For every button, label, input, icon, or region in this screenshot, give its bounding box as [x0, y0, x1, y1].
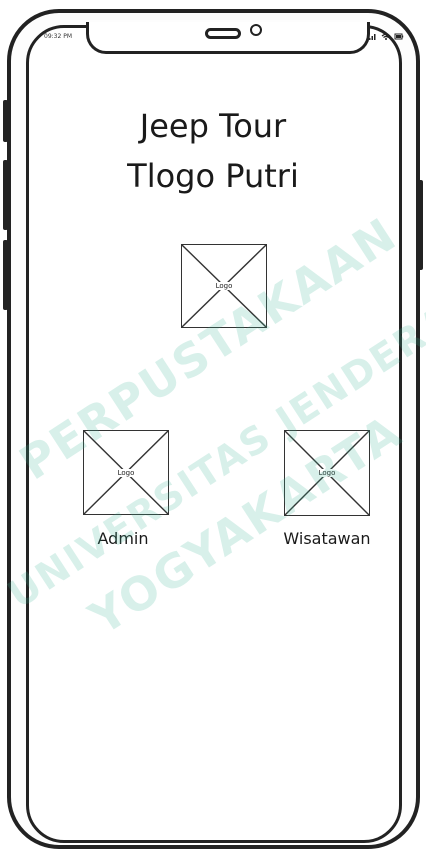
wireframe-canvas: 09:32 PM Jeep Tour Tlogo Putri Logo Logo…: [0, 0, 426, 853]
logo-label: Logo: [213, 282, 235, 290]
app-title-line2: Tlogo Putri: [127, 157, 299, 195]
wifi-icon: [381, 33, 391, 40]
wisatawan-logo-label: Logo: [316, 469, 338, 477]
status-icons: [369, 33, 404, 40]
admin-logo-label: Logo: [115, 468, 137, 477]
camera-icon: [250, 24, 262, 36]
speaker-icon: [205, 28, 241, 39]
admin-label[interactable]: Admin: [83, 529, 163, 548]
phone-side-button: [3, 240, 8, 310]
status-time: 09:32 PM: [44, 33, 72, 40]
admin-button[interactable]: Logo: [83, 430, 169, 515]
battery-icon: [394, 33, 404, 40]
signal-icon: [369, 34, 376, 40]
wisatawan-label[interactable]: Wisatawan: [270, 529, 384, 548]
app-title-line1: Jeep Tour: [139, 107, 287, 145]
logo-image-placeholder: Logo: [181, 244, 267, 328]
wisatawan-button[interactable]: Logo: [284, 430, 370, 516]
